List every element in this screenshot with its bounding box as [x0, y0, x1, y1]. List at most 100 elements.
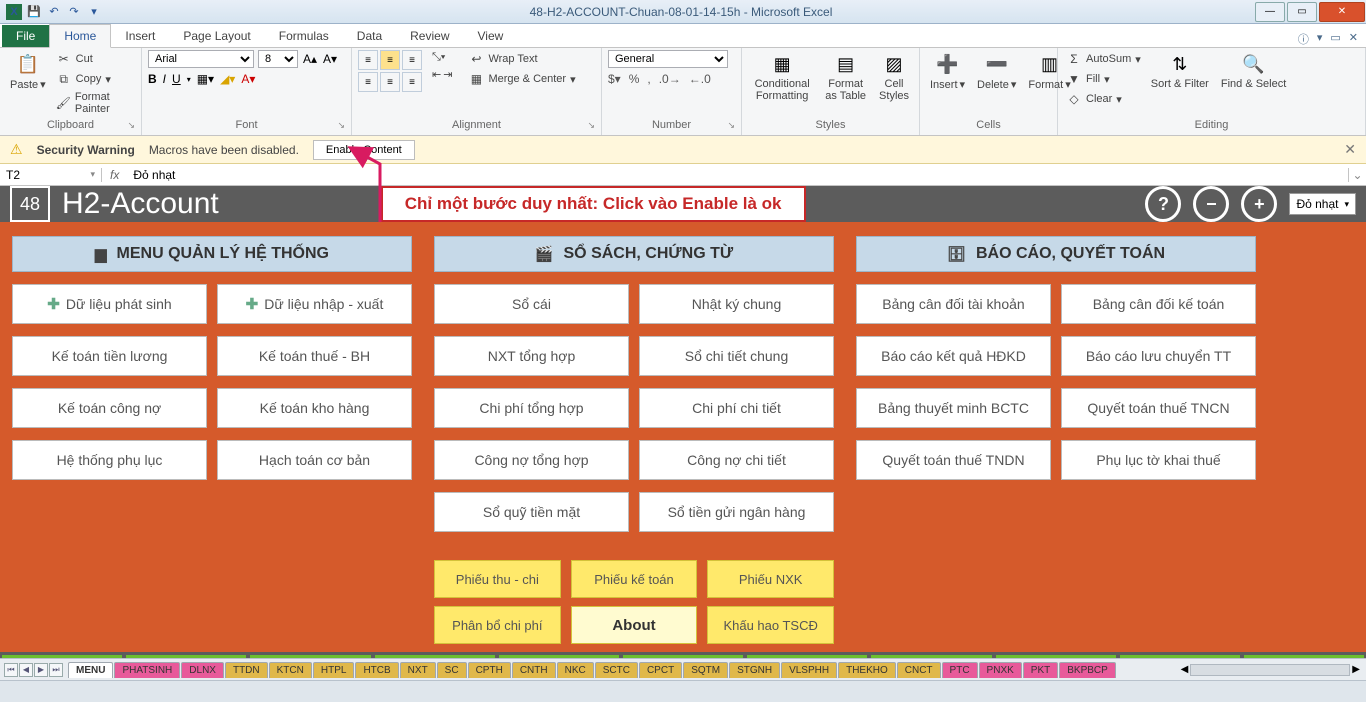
btn-thuyet-minh-bctc[interactable]: Bảng thuyết minh BCTC [856, 388, 1051, 428]
tab-nav-first[interactable]: ⏮ [4, 663, 18, 677]
btn-chi-phi-tong-hop[interactable]: Chi phí tổng hợp [434, 388, 629, 428]
ws-tab-thekho[interactable]: THEKHO [838, 662, 896, 678]
font-color-button[interactable]: A▾ [241, 72, 255, 86]
dialog-launcher-icon[interactable]: ↘ [587, 120, 595, 131]
tab-view[interactable]: View [464, 25, 518, 47]
font-size-select[interactable]: 8 [258, 50, 298, 68]
ws-tab-bkpbcp[interactable]: BKPBCP [1059, 662, 1116, 678]
bold-button[interactable]: B [148, 72, 157, 86]
btn-nhat-ky-chung[interactable]: Nhật ký chung [639, 284, 834, 324]
cell-styles-button[interactable]: ▨Cell Styles [875, 50, 913, 104]
btn-nxt-tong-hop[interactable]: NXT tổng hợp [434, 336, 629, 376]
ws-tab-sctc[interactable]: SCTC [595, 662, 638, 678]
btn-ke-toan-kho-hang[interactable]: Kế toán kho hàng [217, 388, 412, 428]
btn-quyet-toan-tncn[interactable]: Quyết toán thuế TNCN [1061, 388, 1256, 428]
window-restore-icon[interactable]: ▭ [1330, 31, 1340, 47]
btn-cong-no-tong-hop[interactable]: Công nợ tổng hợp [434, 440, 629, 480]
tab-nav-prev[interactable]: ◀ [19, 663, 33, 677]
dialog-launcher-icon[interactable]: ↘ [127, 120, 135, 131]
increase-indent-button[interactable]: ⇥ [443, 68, 452, 81]
ws-tab-cpth[interactable]: CPTH [468, 662, 511, 678]
btn-phieu-thu-chi[interactable]: Phiếu thu - chi [434, 560, 561, 598]
plus-button[interactable]: + [1241, 186, 1277, 222]
redo-icon[interactable]: ↷ [66, 4, 82, 20]
italic-button[interactable]: I [163, 72, 166, 86]
ws-tab-vlsphh[interactable]: VLSPHH [781, 662, 837, 678]
ws-tab-cpct[interactable]: CPCT [639, 662, 682, 678]
format-as-table-button[interactable]: ▤Format as Table [820, 50, 871, 104]
btn-quyet-toan-tndn[interactable]: Quyết toán thuế TNDN [856, 440, 1051, 480]
tab-page-layout[interactable]: Page Layout [169, 25, 264, 47]
btn-so-tien-gui-ngan-hang[interactable]: Sổ tiền gửi ngân hàng [639, 492, 834, 532]
ws-tab-nkc[interactable]: NKC [557, 662, 594, 678]
insert-cells-button[interactable]: ➕Insert▾ [926, 50, 969, 93]
btn-cong-no-chi-tiet[interactable]: Công nợ chi tiết [639, 440, 834, 480]
hscroll-right[interactable]: ▶ [1352, 664, 1360, 675]
btn-so-quy-tien-mat[interactable]: Sổ quỹ tiền mặt [434, 492, 629, 532]
btn-phieu-ke-toan[interactable]: Phiếu kế toán [571, 560, 698, 598]
ws-tab-sc[interactable]: SC [437, 662, 467, 678]
btn-so-chi-tiet-chung[interactable]: Sổ chi tiết chung [639, 336, 834, 376]
cut-button[interactable]: ✂Cut [54, 50, 135, 68]
ws-tab-ttdn[interactable]: TTDN [225, 662, 268, 678]
btn-ke-toan-cong-no[interactable]: Kế toán công nợ [12, 388, 207, 428]
ws-tab-sqtm[interactable]: SQTM [683, 662, 728, 678]
font-name-select[interactable]: Arial [148, 50, 254, 68]
btn-bang-can-doi-tk[interactable]: Bảng cân đối tài khoản [856, 284, 1051, 324]
btn-he-thong-phu-luc[interactable]: Hệ thống phụ lục [12, 440, 207, 480]
fill-color-button[interactable]: ◢▾ [220, 72, 235, 86]
paste-button[interactable]: 📋 Paste ▾ [6, 50, 50, 93]
number-format-select[interactable]: General [608, 50, 728, 68]
ws-tab-pnxk[interactable]: PNXK [979, 662, 1022, 678]
close-warning-icon[interactable]: ✕ [1344, 141, 1356, 158]
save-icon[interactable]: 💾 [26, 4, 42, 20]
ws-tab-stgnh[interactable]: STGNH [729, 662, 780, 678]
name-box[interactable]: T2▾ [0, 168, 102, 182]
btn-so-cai[interactable]: Sổ cái [434, 284, 629, 324]
underline-button[interactable]: U [172, 72, 181, 86]
btn-about[interactable]: About [571, 606, 698, 644]
tab-nav-next[interactable]: ▶ [34, 663, 48, 677]
ws-tab-phatsinh[interactable]: PHATSINH [114, 662, 180, 678]
autosum-button[interactable]: ΣAutoSum ▾ [1064, 50, 1143, 68]
minus-button[interactable]: − [1193, 186, 1229, 222]
fx-icon[interactable]: fx [102, 168, 127, 182]
dialog-launcher-icon[interactable]: ↘ [727, 120, 735, 131]
btn-hach-toan-co-ban[interactable]: Hạch toán cơ bản [217, 440, 412, 480]
find-select-button[interactable]: 🔍Find & Select [1217, 50, 1290, 92]
tab-data[interactable]: Data [343, 25, 396, 47]
enable-content-button[interactable]: Enable Content [313, 140, 415, 160]
ws-tab-nxt[interactable]: NXT [400, 662, 436, 678]
sort-filter-button[interactable]: ⇅Sort & Filter [1147, 50, 1213, 92]
alignment-grid[interactable]: ≡≡≡ ≡≡≡ [358, 50, 422, 92]
shrink-font-icon[interactable]: A▾ [322, 51, 338, 67]
tab-review[interactable]: Review [396, 25, 463, 47]
file-tab[interactable]: File [2, 25, 49, 47]
currency-button[interactable]: $▾ [608, 72, 621, 86]
decrease-indent-button[interactable]: ⇤ [432, 68, 441, 81]
ws-tab-cnct[interactable]: CNCT [897, 662, 941, 678]
tab-insert[interactable]: Insert [111, 25, 169, 47]
minimize-button[interactable]: — [1255, 2, 1285, 22]
btn-khau-hao-tscd[interactable]: Khấu hao TSCĐ [707, 606, 834, 644]
ws-tab-pkt[interactable]: PKT [1023, 662, 1058, 678]
expand-formula-icon[interactable]: ⌄ [1348, 168, 1366, 182]
btn-du-lieu-nhap-xuat[interactable]: ✚Dữ liệu nhập - xuất [217, 284, 412, 324]
btn-chi-phi-chi-tiet[interactable]: Chi phí chi tiết [639, 388, 834, 428]
btn-du-lieu-phat-sinh[interactable]: ✚Dữ liệu phát sinh [12, 284, 207, 324]
hscroll-left[interactable]: ◀ [1181, 664, 1189, 675]
btn-phieu-nxk[interactable]: Phiếu NXK [707, 560, 834, 598]
theme-select[interactable]: Đỏ nhạt▾ [1289, 193, 1356, 215]
qat-dropdown-icon[interactable]: ▾ [86, 4, 102, 20]
hscroll-track[interactable] [1190, 664, 1350, 676]
ribbon-minimize-icon[interactable]: ▾ [1317, 31, 1323, 47]
ws-tab-htcb[interactable]: HTCB [355, 662, 398, 678]
btn-phan-bo-chi-phi[interactable]: Phân bổ chi phí [434, 606, 561, 644]
ws-tab-dlnx[interactable]: DLNX [181, 662, 224, 678]
comma-button[interactable]: , [647, 72, 650, 86]
window-close-icon[interactable]: ✕ [1349, 31, 1358, 47]
clear-button[interactable]: ◇Clear ▾ [1064, 90, 1143, 108]
delete-cells-button[interactable]: ➖Delete▾ [973, 50, 1020, 93]
fill-button[interactable]: ▼Fill ▾ [1064, 70, 1143, 88]
dialog-launcher-icon[interactable]: ↘ [337, 120, 345, 131]
